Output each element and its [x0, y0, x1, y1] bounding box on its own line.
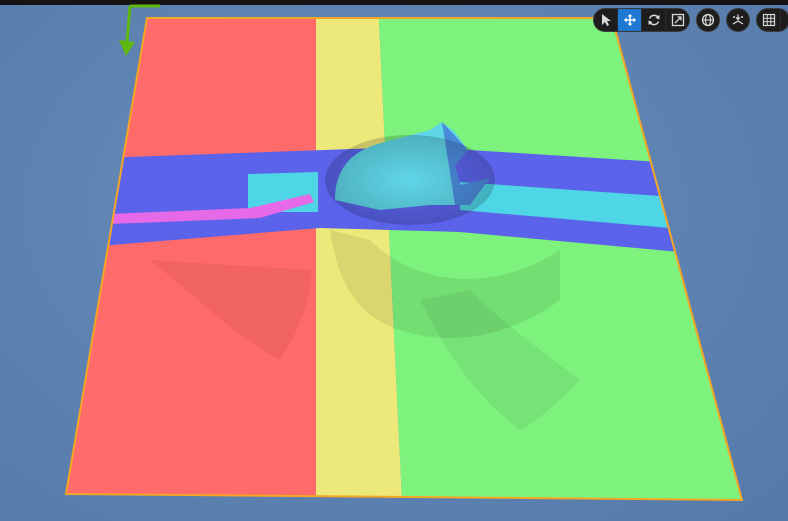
- grid-size-dropdown[interactable]: [781, 9, 788, 31]
- globe-icon[interactable]: [696, 8, 720, 32]
- viewport-toolbar: [593, 8, 788, 32]
- mountain-ambient: [325, 135, 495, 225]
- scale-icon[interactable]: [666, 9, 689, 31]
- level-viewport[interactable]: [0, 0, 788, 521]
- surface-snap-icon[interactable]: [726, 8, 750, 32]
- grid-snap-group: [756, 8, 788, 32]
- rotate-icon[interactable]: [642, 9, 666, 31]
- grid-icon[interactable]: [757, 9, 781, 31]
- landscape-plane[interactable]: [0, 0, 788, 521]
- select-arrow-icon[interactable]: [594, 9, 618, 31]
- transform-tools-group: [593, 8, 690, 32]
- translate-move-icon[interactable]: [618, 9, 642, 31]
